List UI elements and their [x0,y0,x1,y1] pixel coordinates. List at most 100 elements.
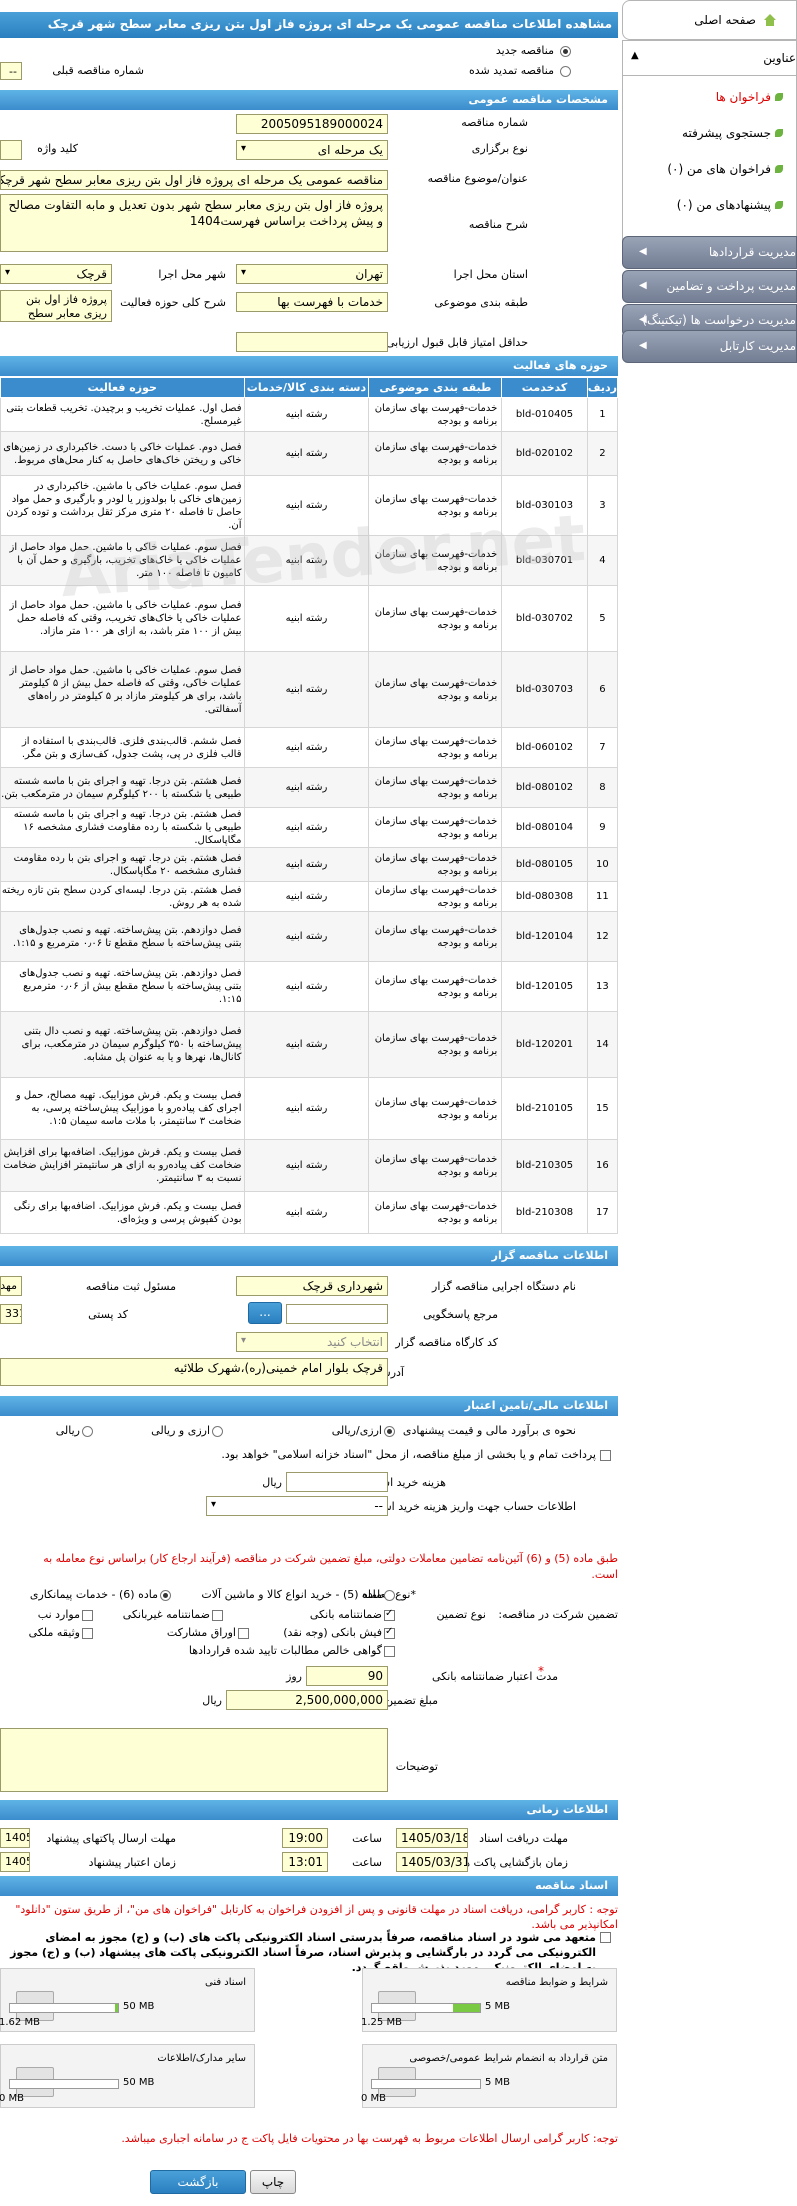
radio-new-tender[interactable] [560,46,571,57]
table-row: 11 bld-080308 خدمات-فهرست بهای سازمان برنا… [0,881,618,912]
notes-field [0,1728,388,1792]
type-label: نوع برگزاری [471,142,528,155]
document-max-size: 5 MB [485,2077,511,2088]
city-select[interactable]: قرچک [0,264,112,284]
tg-claims-label: گواهی خالص مطالبات تایید شده قراردادها [188,1644,382,1657]
cell-class: خدمات-فهرست بهای سازمان برنامه و بودجه [368,397,503,432]
tg-claims-checkbox[interactable] [384,1646,395,1657]
radio-new-label: مناقصه جدید [495,44,554,57]
workshop-select[interactable]: انتخاب کنید [236,1332,388,1352]
cell-row: 15 [586,1077,618,1140]
cell-class: خدمات-فهرست بهای سازمان برنامه و بودجه [368,431,503,476]
tg-bonds-checkbox[interactable] [238,1628,249,1639]
cell-code: bld-080105 [501,847,588,882]
radio-deal-contracting[interactable] [160,1590,171,1601]
cell-code: bld-080308 [501,881,588,912]
section-organizer: اطلاعات مناقصه گزار [0,1246,618,1266]
cell-code: bld-030703 [501,651,588,728]
cell-activity: فصل سوم. عملیات خاکی با ماشین. خاکبرداری… [0,475,245,536]
sidebar-item-tenders[interactable]: عناوین ▲ [622,40,797,76]
radio-rial[interactable] [82,1426,93,1437]
radio-rial-label: ریالی [55,1424,80,1437]
postal-field: 33191 [0,1304,22,1324]
tg-bonds-label: اوراق مشارکت [166,1626,236,1639]
tender-number-label: شماره مناقصه [461,116,528,129]
chevron-left-icon: ◀ [639,340,647,351]
submenu-label: جستجوی پیشرفته [682,126,771,140]
cell-row: 16 [586,1139,618,1192]
postal-label: کد پستی [88,1308,128,1321]
document-tile[interactable]: سایر مدارک/اطلاعات 50 MB 0 MB [0,2044,255,2108]
province-select[interactable]: تهران [236,264,388,284]
type-select[interactable]: یک مرحله ای [236,140,388,160]
tg-cash-checkbox[interactable] [384,1626,395,1639]
cell-class: خدمات-فهرست بهای سازمان برنامه و بودجه [368,807,503,848]
document-name: سایر مدارک/اطلاعات [157,2053,246,2064]
document-tile[interactable]: متن قرارداد به انضمام شرایط عمومی/خصوصی 5… [361,2044,617,2108]
cell-activity: فصل هشتم. بتن درجا. لیسه‌ای کردن سطح بتن… [0,881,245,912]
sidebar-item-tender-list[interactable]: فراخوان ها [643,90,783,104]
keyword-field[interactable] [0,140,22,160]
radio-fx-and-rial[interactable] [212,1426,223,1437]
document-tile[interactable]: شرایط و ضوابط مناقصه 5 MB 1.25 MB [361,1968,617,2032]
document-tile[interactable]: اسناد فنی 50 MB 1.62 MB [0,1968,255,2032]
radio-rial-fx[interactable] [384,1426,395,1437]
radio-deal-goods[interactable] [384,1590,395,1601]
sidebar-item-my-bids[interactable]: پیشنهادهای من (۰) [643,198,783,212]
back-button[interactable]: بازگشت [150,2170,246,2194]
cell-category: رشته ابنیه [243,881,370,912]
validity-unit: روز [286,1670,302,1683]
tg-other-checkbox[interactable] [82,1610,93,1621]
chevron-left-icon: ◀ [639,280,647,291]
section-financial: اطلاعات مالی/تامین اعتبار [0,1396,618,1416]
cell-code: bld-080102 [501,767,588,808]
sidebar-section-cartable[interactable]: مدیریت کارتابل ◀ [622,330,797,363]
ref-field [286,1304,388,1324]
commit-checkbox[interactable] [600,1932,611,1943]
tg-bank-guarantee-checkbox[interactable] [384,1608,395,1621]
doc-fee-field [286,1472,388,1492]
cell-class: خدمات-فهرست بهای سازمان برنامه و بودجه [368,727,503,768]
guarantee-note: طبق ماده (5) و (6) آئین‌نامه تضامین معام… [43,1552,618,1565]
activity-desc-field: پروژه فاز اول بتن ریزی معابر سطح شهر بدو… [0,290,112,322]
cell-code: bld-010405 [501,397,588,432]
page-title: مشاهده اطلاعات مناقصه عمومی یک مرحله ای … [0,12,618,38]
cell-row: 12 [586,911,618,962]
submenu-label: پیشنهادهای من (۰) [676,198,771,212]
treasury-checkbox[interactable] [600,1450,611,1461]
upload-progress-bar [371,2079,481,2089]
cell-row: 7 [586,727,618,768]
cell-class: خدمات-فهرست بهای سازمان برنامه و بودجه [368,1139,503,1192]
cell-activity: فصل اول. عملیات تخریب و برچیدن. تخریب قط… [0,397,245,432]
table-row: 10 bld-080105 خدمات-فهرست بهای سازمان برنا… [0,847,618,882]
sidebar-item-my-tenders[interactable]: فراخوان های من (۰) [643,162,783,176]
account-select[interactable]: -- [206,1496,388,1516]
cell-activity: فصل هشتم. بتن درجا. تهیه و اجرای بتن با … [0,767,245,808]
cell-class: خدمات-فهرست بهای سازمان برنامه و بودجه [368,651,503,728]
submenu-label: فراخوان ها [715,90,771,104]
sidebar-item-advanced-search[interactable]: جستجوی پیشرفته [643,126,783,140]
cell-category: رشته ابنیه [243,727,370,768]
document-size: 0 MB [0,2093,25,2104]
cell-row: 6 [586,651,618,728]
prev-number-field[interactable]: -- [0,62,22,80]
cell-class: خدمات-فهرست بهای سازمان برنامه و بودجه [368,1191,503,1234]
receive-date-field: 1405/03/18 [396,1828,468,1848]
sidebar-section-payments[interactable]: مدیریت پرداخت و تضامین ◀ [622,270,797,303]
cell-class: خدمات-فهرست بهای سازمان برنامه و بودجه [368,767,503,808]
upload-progress-bar [371,2003,481,2013]
category-label: طبقه بندی موضوعی [434,296,528,309]
sidebar-item-home[interactable]: صفحه اصلی [622,0,797,40]
section-label: مدیریت درخواست ها (تیکتینگ) [642,313,796,327]
table-row: 7 bld-060102 خدمات-فهرست بهای سازمان برنام… [0,727,618,768]
sidebar-section-contracts[interactable]: مدیریت قراردادها ◀ [622,236,797,269]
prev-number-label: شماره مناقصه قبلی [52,64,144,77]
sidebar: صفحه اصلی عناوین ▲ فراخوان ها جستجوی پیش… [622,0,797,363]
ref-browse-button[interactable]: ... [248,1302,282,1324]
print-button[interactable]: چاپ [250,2170,296,2194]
tg-property-checkbox[interactable] [82,1628,93,1639]
sidebar-home-label: صفحه اصلی [694,13,756,27]
tg-nonbank-checkbox[interactable] [212,1610,223,1621]
open-time-field: 13:01 [282,1852,328,1872]
radio-renewed-tender[interactable] [560,66,571,77]
